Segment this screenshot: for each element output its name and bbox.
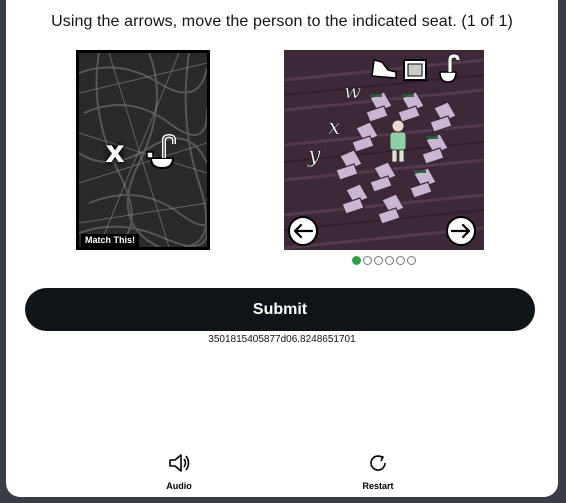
seat-game-view: w x y [284,50,484,250]
submit-button[interactable]: Submit [25,288,535,331]
pagination-dot [363,256,372,265]
pagination-dot [407,256,416,265]
target-card: x Match This! [76,50,210,250]
audio-label: Audio [166,481,192,491]
row-letter-y: y [307,143,321,168]
toilet-icon [145,133,176,170]
audio-button[interactable]: Audio [149,451,209,491]
left-arrow-icon [293,224,313,238]
pagination-dot [385,256,394,265]
restart-label: Restart [362,481,394,491]
left-arrow-button[interactable] [288,216,318,246]
row-letter-w: w [344,79,361,103]
captcha-panel: Using the arrows, move the person to the… [6,0,558,497]
session-id: 3501815405877d06.8248651701 [208,334,356,345]
pagination-dots [352,256,416,266]
row-letter-x: x [328,115,341,140]
restart-icon [370,455,386,471]
target-symbols: x [79,129,207,175]
picture-frame-icon [403,59,427,81]
speaker-icon [169,454,190,472]
right-arrow-button[interactable] [446,216,476,246]
pagination-dot [374,256,383,265]
pagination-dot-active [352,256,361,265]
pagination-dot [396,256,405,265]
target-row-letter: x [105,134,125,170]
restart-button[interactable]: Restart [348,451,408,491]
right-arrow-icon [451,224,471,238]
match-this-label: Match This! [81,234,140,247]
instruction-text: Using the arrows, move the person to the… [51,13,513,30]
